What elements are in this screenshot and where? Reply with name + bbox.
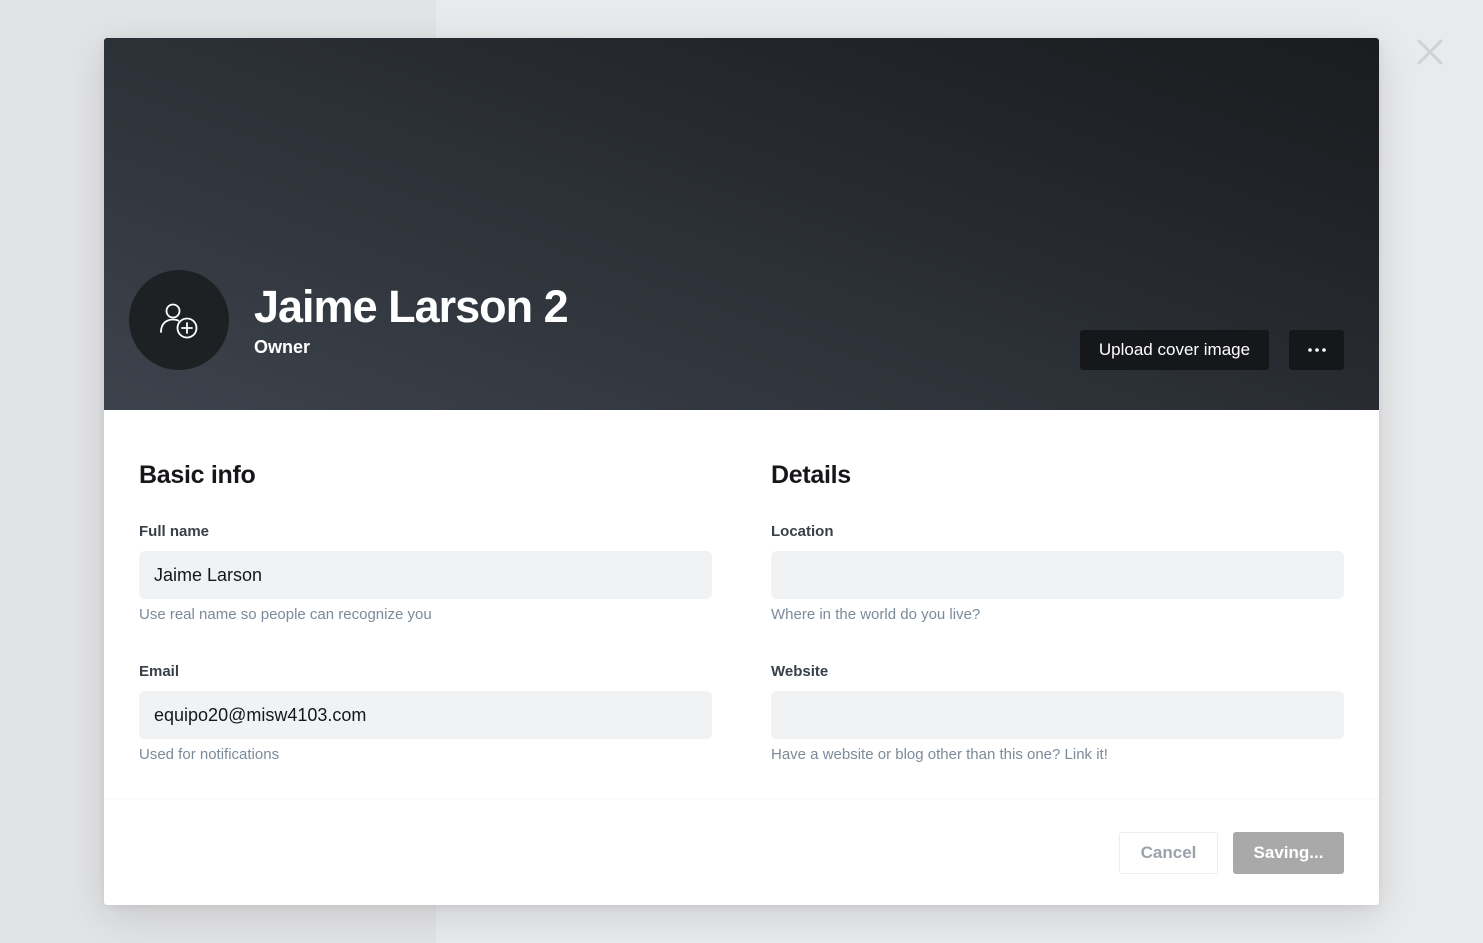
full-name-label: Full name [139, 523, 210, 540]
full-name-hint: Use real name so people can recognize yo… [139, 606, 432, 623]
website-label: Website [771, 663, 829, 680]
profile-role: Owner [254, 337, 311, 357]
location-label: Location [771, 523, 834, 540]
cover-image: Jaime Larson 2 Owner Upload cover image [104, 38, 1379, 410]
website-hint: Have a website or blog other than this o… [771, 746, 1108, 763]
email-hint: Used for notifications [139, 746, 280, 763]
email-input[interactable] [139, 691, 712, 739]
full-name-input[interactable] [139, 551, 712, 599]
more-options-button[interactable] [1289, 330, 1344, 370]
cancel-button[interactable]: Cancel [1119, 832, 1218, 874]
close-icon[interactable] [1412, 34, 1448, 70]
email-label: Email [139, 663, 180, 680]
user-profile-modal: Jaime Larson 2 Owner Upload cover image … [104, 38, 1379, 905]
details-title: Details [771, 461, 851, 489]
upload-cover-image-button[interactable]: Upload cover image [1080, 330, 1269, 370]
basic-info-title: Basic info [139, 461, 256, 489]
profile-name: Jaime Larson 2 [254, 281, 569, 332]
location-hint: Where in the world do you live? [771, 606, 981, 623]
profile-avatar[interactable] [129, 270, 229, 370]
website-input[interactable] [771, 691, 1344, 739]
footer-divider [104, 798, 1379, 800]
save-button[interactable]: Saving... [1233, 832, 1344, 874]
ellipsis-icon [1307, 348, 1326, 352]
user-add-icon [160, 303, 198, 339]
location-input[interactable] [771, 551, 1344, 599]
